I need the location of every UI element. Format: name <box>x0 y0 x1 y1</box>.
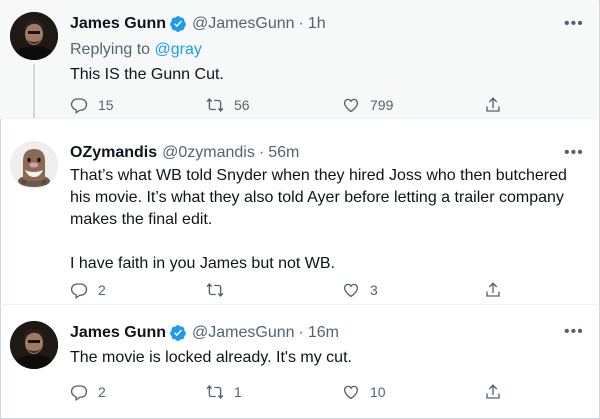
tweet-text-paragraph: This IS the Gunn Cut. <box>70 66 224 83</box>
tweet-text: This IS the Gunn Cut. <box>70 64 585 86</box>
heart-icon <box>343 283 359 298</box>
share-icon <box>486 97 500 112</box>
author-handle[interactable]: @JamesGunn <box>192 324 295 342</box>
reply-count: 2 <box>98 384 106 400</box>
like-count: 799 <box>370 97 394 113</box>
reply-button[interactable]: 15 <box>70 96 114 114</box>
timestamp[interactable]: 56m <box>268 144 299 162</box>
verified-badge-icon <box>170 325 186 341</box>
share-icon <box>486 384 500 399</box>
heart-icon <box>343 98 359 113</box>
retweet-button[interactable]: 56 <box>206 96 250 114</box>
reply-count: 15 <box>98 97 114 113</box>
more-options-icon[interactable]: ••• <box>564 324 584 340</box>
tweet-text: The movie is locked already. It's my cut… <box>70 347 585 369</box>
like-button[interactable]: 3 <box>342 281 378 299</box>
reply-count: 2 <box>98 282 106 298</box>
retweet-icon <box>206 97 224 113</box>
replying-to: Replying to @gray <box>70 41 202 59</box>
retweet-count: 1 <box>234 384 242 400</box>
avatar[interactable] <box>10 12 58 60</box>
heart-icon <box>343 385 359 400</box>
separator-dot: · <box>298 15 304 32</box>
avatar-photo <box>10 321 58 369</box>
retweet-count: 56 <box>234 97 250 113</box>
reply-icon <box>70 385 88 401</box>
tweet-2[interactable]: OZymandis @0zymandis · 56m ••• That’s wh… <box>0 119 598 304</box>
avatar-photo <box>10 12 58 60</box>
replying-to-label: Replying to <box>70 41 155 58</box>
tweet-header: James Gunn @JamesGunn · 1h <box>70 13 326 35</box>
like-count: 10 <box>370 384 386 400</box>
verified-badge-icon <box>170 16 186 32</box>
avatar[interactable] <box>10 321 58 369</box>
tweet-text-paragraph: The movie is locked already. It's my cut… <box>70 349 352 366</box>
tweet-header: James Gunn @JamesGunn · 16m <box>70 322 339 344</box>
retweet-icon <box>206 384 224 400</box>
thread-line <box>33 64 35 118</box>
tweet-3[interactable]: James Gunn @JamesGunn · 16m ••• The movi… <box>0 305 598 417</box>
author-name[interactable]: James Gunn <box>70 324 166 342</box>
retweet-icon <box>206 282 224 298</box>
tweet-actions: 2 3 <box>70 281 500 301</box>
timestamp[interactable]: 1h <box>308 15 326 33</box>
reply-icon <box>70 283 88 299</box>
tweet-actions: 15 56 799 <box>70 96 500 116</box>
reply-button[interactable]: 2 <box>70 281 106 299</box>
share-button[interactable] <box>484 96 502 114</box>
author-name[interactable]: OZymandis <box>70 144 157 162</box>
more-options-icon[interactable]: ••• <box>564 16 584 32</box>
share-button[interactable] <box>484 383 502 401</box>
share-icon <box>486 282 500 297</box>
tweet-header: OZymandis @0zymandis · 56m <box>70 142 299 164</box>
author-name[interactable]: James Gunn <box>70 15 166 33</box>
tweet-text: That’s what WB told Snyder when they hir… <box>70 165 585 275</box>
tweet-text-paragraph: I have faith in you James but not WB. <box>70 255 336 272</box>
avatar-digglet <box>10 141 58 189</box>
like-count: 3 <box>370 282 378 298</box>
replying-to-mention[interactable]: @gray <box>155 41 202 58</box>
separator-dot: · <box>298 324 304 341</box>
tweet-1[interactable]: James Gunn @JamesGunn · 1h ••• Replying … <box>0 0 598 118</box>
tweet-actions: 2 1 10 <box>70 383 500 403</box>
avatar[interactable] <box>10 141 58 189</box>
like-button[interactable]: 799 <box>342 96 393 114</box>
share-button[interactable] <box>484 281 502 299</box>
author-handle[interactable]: @0zymandis <box>162 144 255 162</box>
timestamp[interactable]: 16m <box>308 324 339 342</box>
author-handle[interactable]: @JamesGunn <box>192 15 295 33</box>
like-button[interactable]: 10 <box>342 383 386 401</box>
retweet-button[interactable]: 1 <box>206 383 242 401</box>
retweet-button[interactable] <box>206 281 234 299</box>
separator-dot: · <box>258 144 265 161</box>
more-options-icon[interactable]: ••• <box>564 145 584 161</box>
reply-icon <box>70 98 88 114</box>
reply-button[interactable]: 2 <box>70 383 106 401</box>
tweet-text-paragraph: That’s what WB told Snyder when they hir… <box>70 167 567 228</box>
